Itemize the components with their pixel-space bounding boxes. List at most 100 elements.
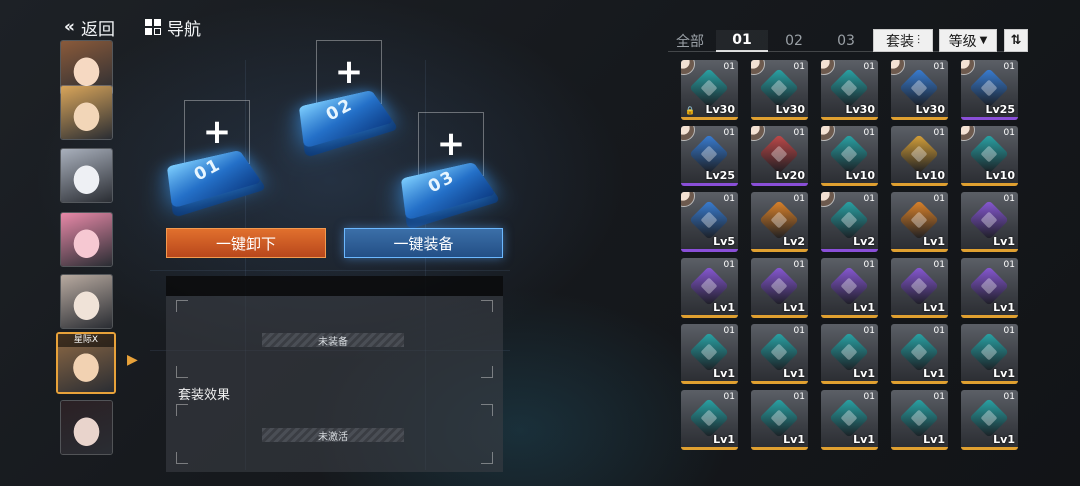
chip-card[interactable]: 01 Lv1 bbox=[891, 192, 948, 252]
chip-card[interactable]: 01 Lv1 bbox=[681, 258, 738, 318]
rarity-bar bbox=[751, 381, 808, 384]
chip-card[interactable]: 01 Lv30 🔒 bbox=[681, 60, 738, 120]
chip-level: Lv2 bbox=[783, 235, 805, 248]
chip-card[interactable]: 01 Lv2 bbox=[751, 192, 808, 252]
chip-card[interactable]: 01 Lv1 bbox=[821, 324, 878, 384]
corner bbox=[176, 366, 188, 378]
unequip-all-button[interactable]: 一键卸下 bbox=[166, 228, 326, 258]
chip-icon bbox=[899, 200, 939, 240]
bg-line bbox=[150, 270, 510, 271]
chip-level: Lv1 bbox=[783, 367, 805, 380]
chip-slot-1[interactable]: 01 bbox=[170, 140, 254, 202]
chip-card[interactable]: 01 Lv10 bbox=[821, 126, 878, 186]
set-filter-button[interactable]: 套装 ⫶ bbox=[873, 29, 933, 52]
chip-level: Lv30 bbox=[706, 103, 736, 116]
owner-avatar bbox=[821, 60, 835, 75]
chip-count: 01 bbox=[1004, 260, 1015, 270]
chip-level: Lv1 bbox=[993, 301, 1015, 314]
chip-card[interactable]: 01 Lv30 bbox=[891, 60, 948, 120]
chip-icon bbox=[969, 332, 1009, 372]
tab-03[interactable]: 03 bbox=[820, 30, 872, 52]
chip-icon bbox=[759, 200, 799, 240]
chip-card[interactable]: 01 Lv25 bbox=[961, 60, 1018, 120]
chip-card[interactable]: 01 Lv25 bbox=[681, 126, 738, 186]
roster-portrait[interactable] bbox=[60, 274, 113, 329]
chip-card[interactable]: 01 Lv1 bbox=[961, 390, 1018, 450]
roster-portrait[interactable] bbox=[60, 148, 113, 203]
chip-card[interactable]: 01 Lv1 bbox=[961, 324, 1018, 384]
chip-slot-2[interactable]: 02 bbox=[302, 80, 386, 142]
roster-portrait[interactable]: 星际X bbox=[56, 332, 116, 394]
rarity-bar bbox=[821, 315, 878, 318]
chip-card[interactable]: 01 Lv1 bbox=[681, 390, 738, 450]
chip-count: 01 bbox=[934, 392, 945, 402]
tab-all[interactable]: 全部 bbox=[664, 30, 716, 52]
chip-count: 01 bbox=[864, 260, 875, 270]
chip-level: Lv25 bbox=[706, 169, 736, 182]
owner-avatar bbox=[681, 60, 695, 75]
equip-all-button[interactable]: 一键装备 bbox=[344, 228, 503, 258]
chip-icon bbox=[759, 332, 799, 372]
chip-level: Lv10 bbox=[916, 169, 946, 182]
roster-portrait[interactable] bbox=[60, 85, 113, 140]
rarity-bar bbox=[681, 183, 738, 186]
chip-card[interactable]: 01 Lv1 bbox=[891, 390, 948, 450]
chip-card[interactable]: 01 Lv1 bbox=[891, 324, 948, 384]
chip-count: 01 bbox=[864, 326, 875, 336]
chip-count: 01 bbox=[864, 128, 875, 138]
chip-icon bbox=[969, 68, 1009, 108]
rarity-bar bbox=[891, 183, 948, 186]
chip-count: 01 bbox=[724, 392, 735, 402]
chip-card[interactable]: 01 Lv30 bbox=[821, 60, 878, 120]
chip-card[interactable]: 01 Lv1 bbox=[751, 390, 808, 450]
chip-card[interactable]: 01 Lv1 bbox=[821, 258, 878, 318]
chip-card[interactable]: 01 Lv10 bbox=[961, 126, 1018, 186]
rarity-bar bbox=[681, 117, 738, 120]
chip-card[interactable]: 01 Lv1 bbox=[961, 258, 1018, 318]
chip-count: 01 bbox=[1004, 392, 1015, 402]
chip-card[interactable]: 01 Lv5 bbox=[681, 192, 738, 252]
chip-card[interactable]: 01 Lv1 bbox=[751, 324, 808, 384]
sort-dropdown[interactable]: 等级 ▼ bbox=[939, 29, 997, 52]
chip-card[interactable]: 01 Lv1 bbox=[891, 258, 948, 318]
chip-count: 01 bbox=[724, 62, 735, 72]
chip-icon bbox=[829, 68, 869, 108]
corner bbox=[481, 452, 493, 464]
chip-level: Lv25 bbox=[986, 103, 1016, 116]
selected-arrow-icon: ▶ bbox=[127, 352, 138, 368]
chip-card[interactable]: 01 Lv1 bbox=[961, 192, 1018, 252]
chip-count: 01 bbox=[724, 128, 735, 138]
chip-icon bbox=[829, 332, 869, 372]
double-chevron-left-icon: « bbox=[64, 17, 75, 37]
corner bbox=[481, 404, 493, 416]
chip-card[interactable]: 01 Lv2 bbox=[821, 192, 878, 252]
chip-count: 01 bbox=[1004, 128, 1015, 138]
rarity-bar bbox=[821, 447, 878, 450]
roster-portrait[interactable] bbox=[60, 212, 113, 267]
tab-01[interactable]: 01 bbox=[716, 30, 768, 52]
chip-count: 01 bbox=[724, 194, 735, 204]
owner-avatar bbox=[821, 126, 835, 141]
owner-avatar bbox=[681, 126, 695, 141]
chip-card[interactable]: 01 Lv10 bbox=[891, 126, 948, 186]
sort-label: 等级 bbox=[949, 31, 977, 51]
chip-level: Lv1 bbox=[783, 301, 805, 314]
chip-card[interactable]: 01 Lv1 bbox=[681, 324, 738, 384]
nav-button[interactable]: 导航 bbox=[145, 14, 201, 40]
chip-icon bbox=[899, 266, 939, 306]
back-button[interactable]: « 返回 bbox=[64, 14, 115, 40]
tab-02[interactable]: 02 bbox=[768, 30, 820, 52]
chip-level: Lv1 bbox=[783, 433, 805, 446]
lock-icon: 🔒 bbox=[685, 106, 695, 115]
chip-card[interactable]: 01 Lv30 bbox=[751, 60, 808, 120]
chip-card[interactable]: 01 Lv1 bbox=[751, 258, 808, 318]
roster-portrait[interactable] bbox=[60, 400, 113, 455]
chip-card[interactable]: 01 Lv1 bbox=[821, 390, 878, 450]
chip-slot-3[interactable]: 03 bbox=[404, 152, 488, 214]
chip-icon bbox=[759, 68, 799, 108]
chip-level: Lv1 bbox=[853, 433, 875, 446]
portrait-art bbox=[61, 213, 112, 266]
chip-count: 01 bbox=[934, 260, 945, 270]
chip-card[interactable]: 01 Lv20 bbox=[751, 126, 808, 186]
sort-order-button[interactable]: ⇅ bbox=[1004, 29, 1028, 52]
